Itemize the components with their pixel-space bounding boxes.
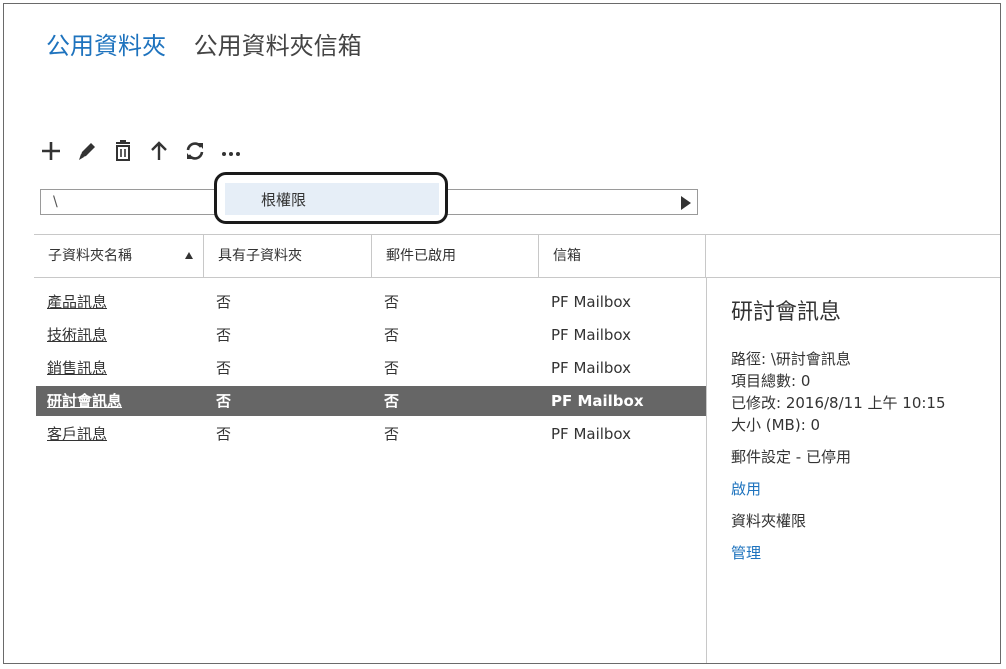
details-title: 研討會訊息 — [731, 300, 842, 325]
has-subfolders-cell: 否 — [216, 425, 232, 443]
table-row[interactable]: 產品訊息 否 否 PF Mailbox — [36, 287, 706, 317]
folder-name-link[interactable]: 技術訊息 — [47, 320, 107, 350]
column-header-mailbox[interactable]: 信箱 — [539, 235, 706, 277]
mailbox-cell: PF Mailbox — [551, 425, 632, 443]
folder-name-link[interactable]: 產品訊息 — [47, 287, 107, 317]
table-row[interactable]: 銷售訊息 否 否 PF Mailbox — [36, 353, 706, 383]
table-row-selected[interactable]: 研討會訊息 否 否 PF Mailbox — [36, 386, 706, 416]
table-header: 子資料夾名稱 具有子資料夾 郵件已啟用 信箱 — [34, 234, 1000, 278]
mail-enabled-cell: 否 — [384, 359, 400, 377]
details-path: 路徑: \研討會訊息 — [731, 350, 851, 368]
column-header-has-subfolders[interactable]: 具有子資料夾 — [204, 235, 372, 277]
tab-public-folder-mailboxes[interactable]: 公用資料夾信箱 — [194, 26, 362, 61]
sort-ascending-icon — [185, 252, 193, 259]
has-subfolders-cell: 否 — [216, 293, 232, 311]
mail-enabled-cell: 否 — [384, 293, 400, 311]
folder-name-link[interactable]: 銷售訊息 — [47, 353, 107, 383]
details-item-count: 項目總數: 0 — [731, 372, 811, 390]
column-header-subfolder-name[interactable]: 子資料夾名稱 — [34, 235, 204, 277]
path-text: \ — [53, 194, 58, 210]
details-permissions-label: 資料夾權限 — [731, 512, 807, 530]
folder-name-link[interactable]: 研討會訊息 — [47, 386, 122, 416]
mailbox-cell: PF Mailbox — [551, 326, 632, 344]
path-go-arrow-icon[interactable] — [681, 196, 691, 210]
column-header-label: 子資料夾名稱 — [48, 248, 132, 264]
tab-public-folders[interactable]: 公用資料夾 — [46, 26, 166, 61]
add-icon[interactable] — [38, 137, 64, 165]
details-size: 大小 (MB): 0 — [731, 416, 821, 434]
folder-name-link[interactable]: 客戶訊息 — [47, 419, 107, 449]
mailbox-cell: PF Mailbox — [551, 359, 632, 377]
details-pane: 研討會訊息 路徑: \研討會訊息 項目總數: 0 已修改: 2016/8/11 … — [731, 294, 991, 564]
table-row[interactable]: 客戶訊息 否 否 PF Mailbox — [36, 419, 706, 449]
up-icon[interactable] — [146, 137, 172, 165]
details-mail-settings: 郵件設定 - 已停用 — [731, 448, 851, 466]
has-subfolders-cell: 否 — [216, 326, 232, 344]
app-window: 公用資料夾 公用資料夾信箱 \ 根權限 子資料夾名稱 具有子資料夾 郵件已啟用 … — [3, 3, 1001, 664]
table-row[interactable]: 技術訊息 否 否 PF Mailbox — [36, 320, 706, 350]
details-divider — [706, 278, 707, 663]
edit-icon[interactable] — [74, 137, 100, 165]
column-header-mail-enabled[interactable]: 郵件已啟用 — [372, 235, 539, 277]
menu-item-root-permissions[interactable]: 根權限 — [225, 183, 439, 215]
mail-enabled-cell: 否 — [384, 392, 400, 410]
tab-bar: 公用資料夾 公用資料夾信箱 — [46, 26, 382, 61]
manage-permissions-link[interactable]: 管理 — [731, 542, 991, 564]
mailbox-cell: PF Mailbox — [551, 392, 644, 410]
more-icon[interactable] — [218, 137, 244, 165]
delete-icon[interactable] — [110, 137, 136, 165]
refresh-icon[interactable] — [182, 137, 208, 165]
enable-mail-link[interactable]: 啟用 — [731, 478, 991, 500]
has-subfolders-cell: 否 — [216, 392, 232, 410]
mail-enabled-cell: 否 — [384, 326, 400, 344]
mail-enabled-cell: 否 — [384, 425, 400, 443]
details-modified: 已修改: 2016/8/11 上午 10:15 — [731, 394, 946, 412]
mailbox-cell: PF Mailbox — [551, 293, 632, 311]
has-subfolders-cell: 否 — [216, 359, 232, 377]
more-menu-dropdown: 根權限 — [214, 172, 448, 224]
